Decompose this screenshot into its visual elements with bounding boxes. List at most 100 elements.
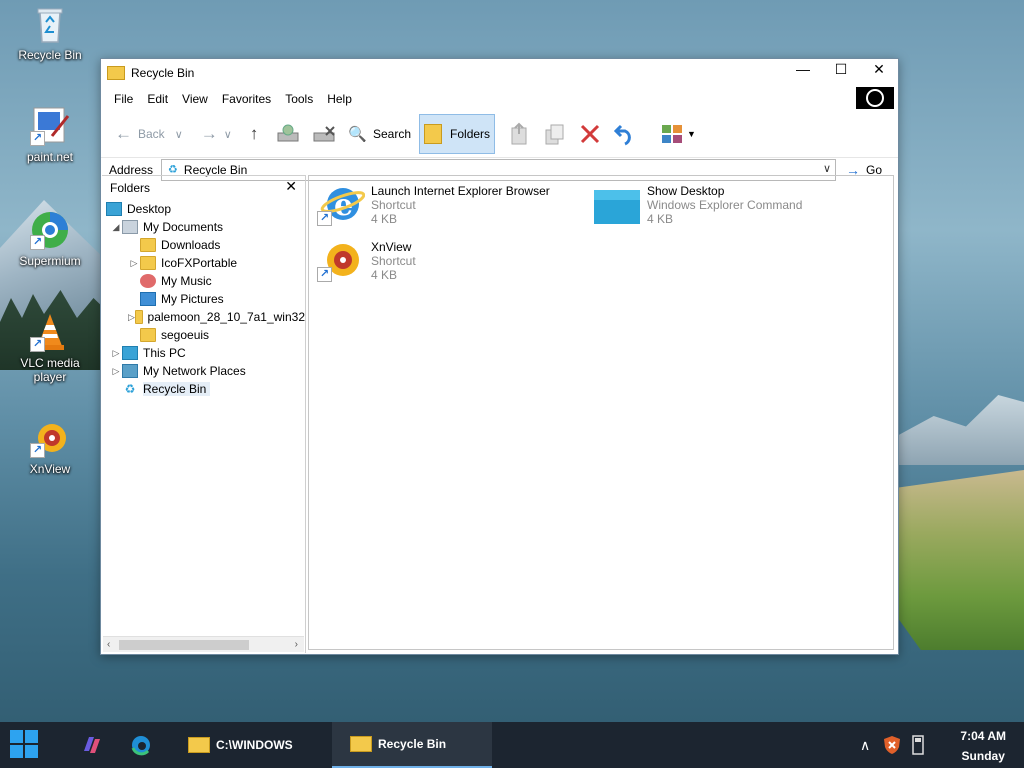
disconnect-drive-button[interactable] xyxy=(308,114,340,154)
tree-label: palemoon_28_10_7a1_win32 xyxy=(147,310,305,324)
forward-button[interactable]: → ∨ xyxy=(197,114,242,154)
file-list-pane: e ↗ Launch Internet Explorer Browser Sho… xyxy=(308,175,894,650)
tree-node-my-music[interactable]: My Music xyxy=(102,272,305,290)
tree-node-segoeuis[interactable]: segoeuis xyxy=(102,326,305,344)
delete-button[interactable] xyxy=(575,114,605,154)
tree-node-desktop[interactable]: Desktop xyxy=(102,200,305,218)
menu-favorites[interactable]: Favorites xyxy=(215,92,278,106)
menu-tools[interactable]: Tools xyxy=(278,92,320,106)
forward-arrow-icon: → xyxy=(200,124,218,143)
edge-button[interactable] xyxy=(130,722,152,768)
tree-node-this-pc[interactable]: ▷ This PC xyxy=(102,344,305,362)
desktop-icon-label: XnView xyxy=(29,462,71,476)
tray-security-icon-button[interactable] xyxy=(882,722,902,768)
minimize-button[interactable]: — xyxy=(784,59,822,81)
expand-arrow-icon[interactable]: ▷ xyxy=(110,348,122,359)
shortcut-arrow-icon: ↗ xyxy=(30,131,45,146)
clock[interactable]: 7:04 AM Sunday xyxy=(960,726,1006,766)
undo-icon xyxy=(613,124,631,146)
tree-label: Recycle Bin xyxy=(143,382,211,396)
shortcut-arrow-icon: ↗ xyxy=(30,443,45,458)
views-button[interactable]: ▼ xyxy=(657,114,700,154)
taskbar-item-recycle-bin[interactable]: Recycle Bin xyxy=(332,722,492,768)
network-drive-icon xyxy=(277,124,299,142)
file-size: 4 KB xyxy=(371,212,398,226)
chevron-down-icon[interactable]: ∨ xyxy=(823,162,831,175)
expand-arrow-icon[interactable]: ▷ xyxy=(128,258,140,269)
copy-to-button[interactable] xyxy=(539,114,571,154)
desktop-icon-label: paint.net xyxy=(26,150,74,164)
file-item-xnview[interactable]: ↗ XnView Shortcut 4 KB xyxy=(317,240,416,284)
file-size: 4 KB xyxy=(647,212,674,226)
tree-node-my-documents[interactable]: ◢ My Documents xyxy=(102,218,305,236)
views-icon xyxy=(662,125,683,143)
tree-node-icofxportable[interactable]: ▷ IcoFXPortable xyxy=(102,254,305,272)
background-mountain-right xyxy=(895,395,1024,465)
move-to-icon xyxy=(511,122,527,145)
copilot-icon xyxy=(84,737,100,753)
shortcut-arrow-icon: ↗ xyxy=(30,235,45,250)
tree-node-my-network-places[interactable]: ▷ My Network Places xyxy=(102,362,305,380)
desktop-icon-xnview[interactable]: ↗ XnView xyxy=(4,418,96,476)
desktop-icon-paintnet[interactable]: ↗ paint.net xyxy=(4,106,96,164)
search-label: Search xyxy=(373,127,412,141)
folder-icon xyxy=(134,310,143,324)
map-drive-button[interactable] xyxy=(272,114,304,154)
show-hidden-icons-button[interactable]: ∧ xyxy=(860,722,870,768)
file-item-ie[interactable]: e ↗ Launch Internet Explorer Browser Sho… xyxy=(317,184,550,228)
tree-node-downloads[interactable]: Downloads xyxy=(102,236,305,254)
back-arrow-icon: ← xyxy=(115,124,132,143)
copilot-button[interactable] xyxy=(80,722,104,768)
recycle-bin-icon xyxy=(30,4,70,44)
file-type: Windows Explorer Command xyxy=(647,198,803,212)
menu-help[interactable]: Help xyxy=(320,92,359,106)
scroll-left-icon[interactable]: ‹ xyxy=(107,639,110,650)
menu-view[interactable]: View xyxy=(175,92,215,106)
tree-node-my-pictures[interactable]: My Pictures xyxy=(102,290,305,308)
taskbar-item-windows[interactable]: C:\WINDOWS xyxy=(188,722,328,768)
taskbar: C:\WINDOWS Recycle Bin ∧ 7:04 AM Sunday xyxy=(0,722,1024,768)
tray-usb-icon-button[interactable] xyxy=(910,722,926,768)
folders-button[interactable]: Folders xyxy=(419,114,496,154)
desktop-icon-supermium[interactable]: ↗ Supermium xyxy=(4,210,96,268)
close-button[interactable]: ✕ xyxy=(860,59,898,81)
close-pane-button[interactable]: ✕ xyxy=(285,178,297,195)
horizontal-scrollbar[interactable]: ‹ › xyxy=(103,636,304,652)
tree-node-palemoon[interactable]: ▷ palemoon_28_10_7a1_win32 xyxy=(102,308,305,326)
search-icon: 🔍 xyxy=(348,126,367,143)
tree-label: segoeuis xyxy=(161,328,210,342)
tree-label: IcoFXPortable xyxy=(161,256,238,270)
search-button[interactable]: 🔍 Search xyxy=(344,114,415,154)
expand-arrow-icon[interactable]: ▷ xyxy=(128,312,135,323)
desktop-icon-vlc[interactable]: ↗ VLC media player xyxy=(4,312,96,384)
folder-icon xyxy=(107,66,125,80)
vlc-cone-icon: ↗ xyxy=(30,312,70,352)
move-to-button[interactable] xyxy=(505,114,535,154)
music-icon xyxy=(140,274,156,288)
scroll-right-icon[interactable]: › xyxy=(295,639,298,650)
title-bar[interactable]: Recycle Bin — ☐ ✕ xyxy=(101,59,898,87)
start-button[interactable] xyxy=(10,730,40,760)
maximize-button[interactable]: ☐ xyxy=(822,59,860,81)
undo-button[interactable] xyxy=(609,114,639,154)
folders-label: Folders xyxy=(450,127,491,141)
desktop-icon-recycle-bin[interactable]: Recycle Bin xyxy=(4,4,96,62)
back-button[interactable]: ← Back ∨ xyxy=(111,114,193,154)
shortcut-arrow-icon: ↗ xyxy=(317,211,332,226)
file-item-show-desktop[interactable]: Show Desktop Windows Explorer Command 4 … xyxy=(593,184,802,228)
tree-node-recycle-bin[interactable]: ♻ Recycle Bin xyxy=(102,380,305,398)
xnview-icon: ↗ xyxy=(30,418,70,458)
folders-pane-title: Folders xyxy=(110,181,151,195)
shortcut-arrow-icon: ↗ xyxy=(30,337,45,352)
menu-edit[interactable]: Edit xyxy=(140,92,175,106)
folder-icon xyxy=(140,328,156,342)
expand-arrow-icon[interactable]: ▷ xyxy=(110,366,122,377)
folder-icon xyxy=(140,256,156,270)
shortcut-arrow-icon: ↗ xyxy=(317,267,332,282)
taskbar-item-label: Recycle Bin xyxy=(378,737,447,751)
collapse-arrow-icon[interactable]: ◢ xyxy=(110,222,122,233)
supermium-icon: ↗ xyxy=(30,210,70,250)
scrollbar-thumb[interactable] xyxy=(119,640,249,650)
menu-file[interactable]: File xyxy=(107,92,140,106)
up-button[interactable]: ↑ xyxy=(246,114,269,154)
